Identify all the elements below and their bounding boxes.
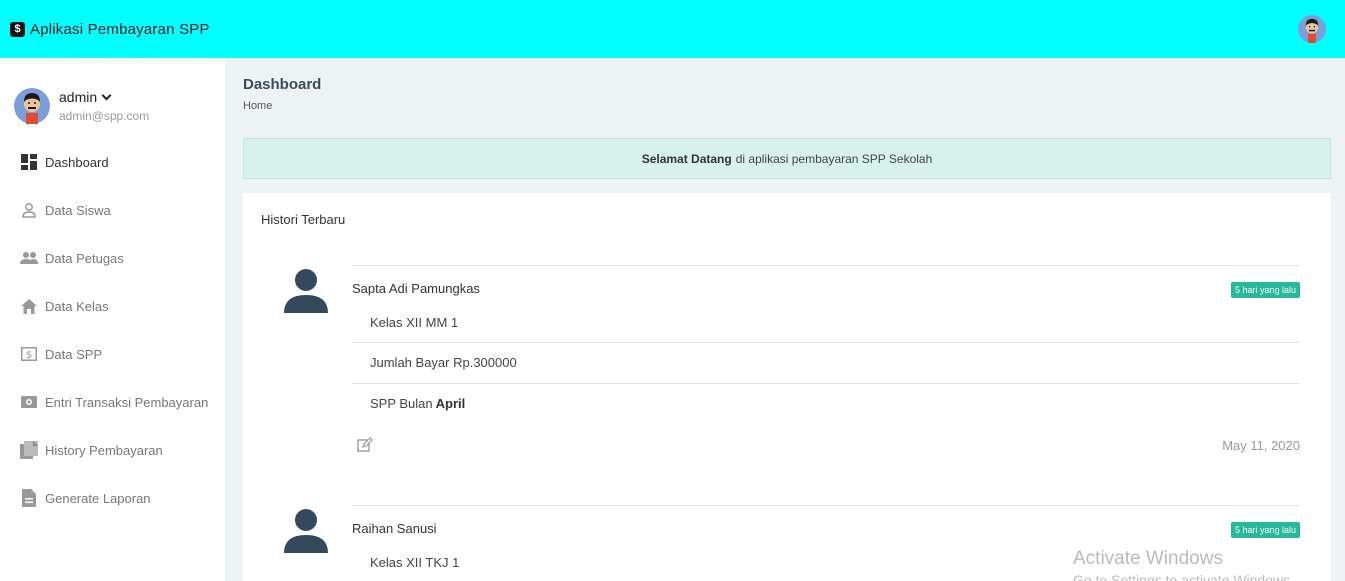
user-avatar-icon[interactable] bbox=[1298, 15, 1326, 43]
activate-windows-subtext: Go to Settings to activate Windows. bbox=[1073, 572, 1294, 581]
divider bbox=[352, 383, 1300, 384]
user-email: admin@spp.com bbox=[59, 109, 150, 123]
entry-jumlah: Jumlah Bayar Rp.300000 bbox=[370, 355, 517, 370]
divider bbox=[352, 505, 1300, 506]
entry-kelas: Kelas XII MM 1 bbox=[370, 315, 459, 330]
time-badge: 5 hari yang lalu bbox=[1230, 282, 1300, 298]
svg-text:$: $ bbox=[26, 350, 32, 361]
document-icon bbox=[20, 489, 38, 507]
divider bbox=[352, 265, 1300, 266]
sidebar-item-label: Data Siswa bbox=[45, 202, 111, 218]
user-name[interactable]: admin bbox=[59, 89, 112, 105]
sidebar-item-generate-laporan[interactable]: Generate Laporan bbox=[0, 474, 225, 522]
money-icon bbox=[20, 393, 38, 411]
time-badge: 5 hari yang lalu bbox=[1230, 522, 1300, 538]
dollar-box-icon: $ bbox=[20, 345, 38, 363]
sidebar-item-label: Data Kelas bbox=[45, 298, 109, 314]
page-title: Dashboard bbox=[243, 76, 322, 93]
top-navbar: $ Aplikasi Pembayaran SPP bbox=[0, 0, 1345, 58]
sidebar-nav: Dashboard Data Siswa Data Petugas Data K… bbox=[0, 138, 225, 522]
user-profile[interactable]: admin admin@spp.com bbox=[14, 88, 214, 128]
sidebar-item-dashboard[interactable]: Dashboard bbox=[0, 138, 225, 186]
user-name-label: admin bbox=[59, 89, 98, 105]
alert-bold-text: Selamat Datang bbox=[641, 151, 732, 166]
files-icon bbox=[20, 441, 38, 459]
brand[interactable]: $ Aplikasi Pembayaran SPP bbox=[10, 19, 210, 39]
sidebar-item-data-spp[interactable]: $ Data SPP bbox=[0, 330, 225, 378]
sidebar-item-data-kelas[interactable]: Data Kelas bbox=[0, 282, 225, 330]
dollar-logo-icon: $ bbox=[10, 21, 25, 37]
entry-kelas: Kelas XII TKJ 1 bbox=[370, 555, 460, 570]
sidebar-item-history-pembayaran[interactable]: History Pembayaran bbox=[0, 426, 225, 474]
sidebar-item-label: Data SPP bbox=[45, 346, 103, 362]
avatar-icon bbox=[14, 88, 50, 124]
breadcrumb[interactable]: Home bbox=[243, 100, 272, 112]
entry-name: Sapta Adi Pamungkas bbox=[352, 281, 480, 296]
home-icon bbox=[20, 297, 38, 315]
user-silhouette-icon bbox=[283, 507, 329, 553]
sidebar-item-entri-transaksi[interactable]: Entri Transaksi Pembayaran bbox=[0, 378, 225, 426]
app-title: Aplikasi Pembayaran SPP bbox=[30, 20, 210, 38]
divider bbox=[352, 342, 1300, 343]
sidebar-item-label: Generate Laporan bbox=[45, 490, 151, 506]
sidebar-item-label: History Pembayaran bbox=[45, 442, 163, 458]
people-icon bbox=[20, 249, 38, 267]
entry-bulan-value: April bbox=[435, 396, 466, 411]
activate-windows-watermark: Activate Windows bbox=[1073, 548, 1223, 569]
entry-bulan: SPP Bulan April bbox=[370, 396, 465, 411]
welcome-alert: Selamat Datang di aplikasi pembayaran SP… bbox=[243, 138, 1331, 179]
card-title: Histori Terbaru bbox=[261, 212, 346, 227]
sidebar-item-data-petugas[interactable]: Data Petugas bbox=[0, 234, 225, 282]
edit-icon[interactable] bbox=[357, 437, 373, 453]
entry-name: Raihan Sanusi bbox=[352, 521, 437, 536]
user-silhouette-icon bbox=[283, 267, 329, 313]
person-icon bbox=[20, 201, 38, 219]
entry-date: May 11, 2020 bbox=[1222, 438, 1300, 453]
alert-text: di aplikasi pembayaran SPP Sekolah bbox=[735, 151, 933, 166]
sidebar-item-label: Dashboard bbox=[45, 154, 109, 170]
sidebar: admin admin@spp.com Dashboard Data Siswa… bbox=[0, 58, 225, 581]
sidebar-item-data-siswa[interactable]: Data Siswa bbox=[0, 186, 225, 234]
sidebar-item-label: Data Petugas bbox=[45, 250, 124, 266]
history-card: Histori Terbaru Sapta Adi Pamungkas 5 ha… bbox=[243, 193, 1331, 581]
entry-bulan-prefix: SPP Bulan bbox=[370, 396, 433, 411]
dashboard-icon bbox=[20, 153, 38, 171]
sidebar-item-label: Entri Transaksi Pembayaran bbox=[45, 394, 209, 410]
chevron-down-icon bbox=[101, 90, 112, 100]
